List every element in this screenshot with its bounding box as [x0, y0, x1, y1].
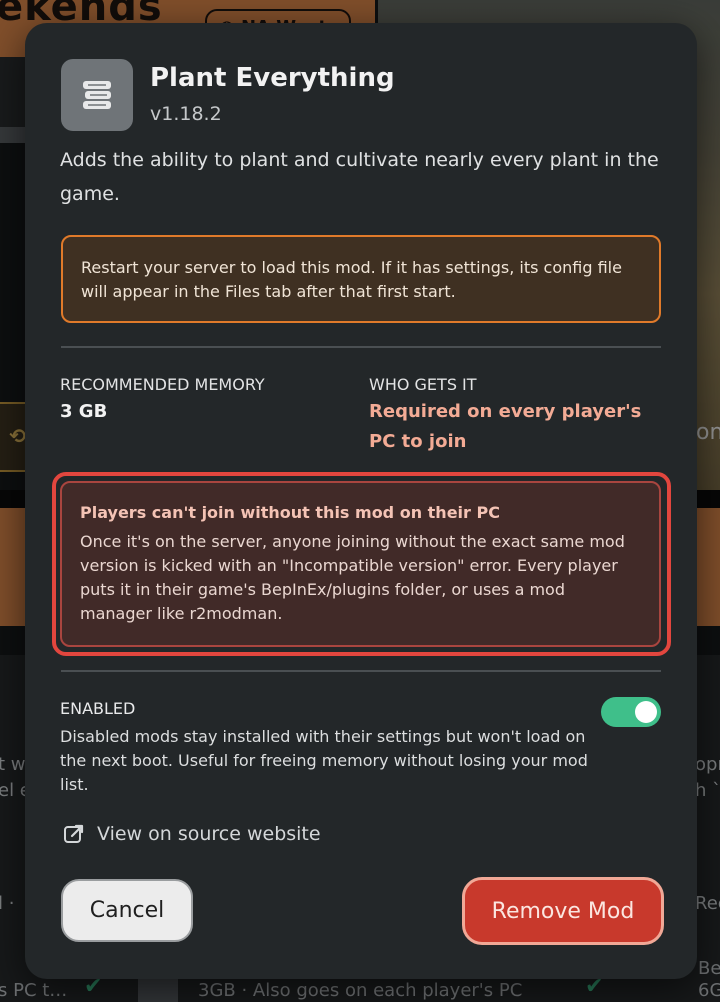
- mod-title: Plant Everything: [150, 63, 395, 93]
- who-gets-it-value: Required on every player's PC to join: [369, 401, 642, 452]
- divider: [61, 346, 661, 348]
- view-source-link[interactable]: View on source website: [63, 823, 321, 845]
- mod-version: v1.18.2: [150, 103, 222, 125]
- warning-body: Once it's on the server, anyone joining …: [80, 532, 625, 623]
- divider: [61, 670, 661, 672]
- memory-value: 3 GB: [60, 401, 108, 422]
- external-link-icon: [64, 824, 84, 843]
- enabled-toggle[interactable]: [601, 697, 661, 727]
- toggle-knob: [635, 701, 657, 723]
- warning-title: Players can't join without this mod on t…: [80, 503, 500, 522]
- enabled-description: Disabled mods stay installed with their …: [60, 727, 588, 794]
- mod-details-dialog: Plant Everything v1.18.2 Adds the abilit…: [25, 23, 697, 979]
- cancel-button[interactable]: Cancel: [61, 879, 193, 942]
- mod-description: Adds the ability to plant and cultivate …: [60, 149, 659, 205]
- who-gets-it-label: WHO GETS IT: [369, 375, 477, 394]
- client-required-warning: Players can't join without this mod on t…: [60, 481, 661, 647]
- enabled-label: ENABLED: [60, 699, 136, 718]
- memory-label: RECOMMENDED MEMORY: [60, 375, 265, 394]
- remove-mod-button[interactable]: Remove Mod: [462, 877, 664, 945]
- stack-icon: [61, 59, 133, 131]
- restart-notice: Restart your server to load this mod. If…: [61, 235, 661, 323]
- view-source-label: View on source website: [97, 823, 321, 845]
